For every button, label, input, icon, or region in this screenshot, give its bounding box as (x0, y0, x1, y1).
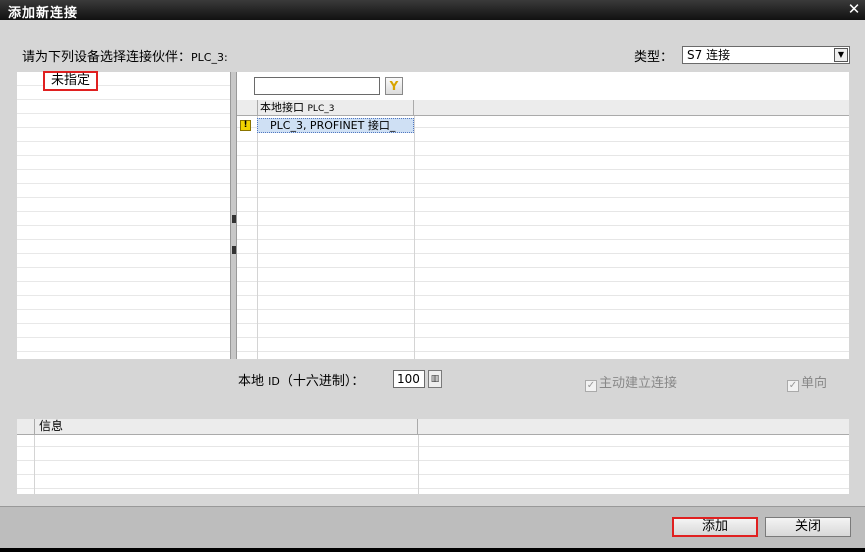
interface-panel: Y 本地接口 PLC_3 ! PLC_3, PROFINET 接口_ (237, 72, 849, 359)
browse-icon[interactable]: ▥ (428, 370, 442, 388)
column-divider (257, 116, 258, 359)
local-id-abbr: ID (268, 375, 280, 388)
partner-prompt: 请为下列设备选择连接伙伴：PLC_3: (22, 46, 228, 65)
local-id-input[interactable]: 100 (393, 370, 425, 388)
prompt-text: 请为下列设备选择连接伙伴： (22, 50, 192, 65)
oneway-label: 单向 (801, 376, 828, 391)
close-button[interactable]: 关闭 (765, 517, 851, 537)
column-header-local-interface[interactable]: 本地接口 PLC_3 (257, 100, 414, 116)
type-label: 类型： (634, 50, 674, 65)
add-button[interactable]: 添加 (672, 517, 758, 537)
table-row[interactable]: ! PLC_3, PROFINET 接口_ (237, 118, 849, 133)
local-id-prefix: 本地 (238, 374, 265, 389)
info-header: 信息 (17, 419, 849, 435)
filter-input[interactable] (254, 77, 380, 95)
column-header-label: 本地接口 (260, 101, 304, 114)
title-bar: 添加新连接 ✕ (0, 0, 865, 21)
oneway-checkbox[interactable]: ✓ 单向 (787, 372, 827, 392)
button-bar: 添加 关闭 (0, 506, 865, 548)
filter-icon[interactable]: Y (385, 77, 403, 95)
column-divider (34, 435, 35, 494)
panel-splitter[interactable] (230, 72, 237, 359)
column-divider (418, 435, 419, 494)
chevron-down-icon[interactable]: ▼ (834, 48, 848, 62)
column-divider (414, 116, 415, 359)
prompt-device: PLC_3: (191, 51, 228, 64)
table-header: 本地接口 PLC_3 (237, 100, 849, 116)
checkbox-icon[interactable]: ✓ (585, 380, 597, 392)
active-connect-label: 主动建立连接 (599, 376, 678, 391)
type-value: S7 连接 (687, 48, 731, 62)
warning-icon: ! (240, 120, 251, 131)
collapse-right-icon[interactable] (232, 246, 236, 254)
active-connect-checkbox[interactable]: ✓ 主动建立连接 (585, 372, 677, 392)
partner-tree-panel[interactable] (17, 72, 230, 359)
interface-table: 本地接口 PLC_3 ! PLC_3, PROFINET 接口_ (237, 100, 849, 359)
window-title: 添加新连接 (8, 6, 79, 21)
interface-cell[interactable]: PLC_3, PROFINET 接口_ (257, 118, 414, 133)
close-window-button[interactable]: ✕ (845, 1, 863, 19)
local-id-label: 本地 ID（十六进制）： (238, 370, 364, 389)
column-header-info[interactable]: 信息 (34, 419, 418, 435)
column-header-device: PLC_3 (307, 104, 335, 114)
add-connection-dialog: 请为下列设备选择连接伙伴：PLC_3: 类型： S7 连接 ▼ 未指定 Y 本地… (0, 20, 865, 548)
info-panel: 信息 (17, 419, 849, 494)
checkbox-icon[interactable]: ✓ (787, 380, 799, 392)
local-id-suffix: （十六进制）： (279, 374, 365, 389)
collapse-left-icon[interactable] (232, 215, 236, 223)
partner-unspecified-item[interactable]: 未指定 (43, 71, 99, 91)
type-select[interactable]: S7 连接 ▼ (682, 46, 850, 64)
